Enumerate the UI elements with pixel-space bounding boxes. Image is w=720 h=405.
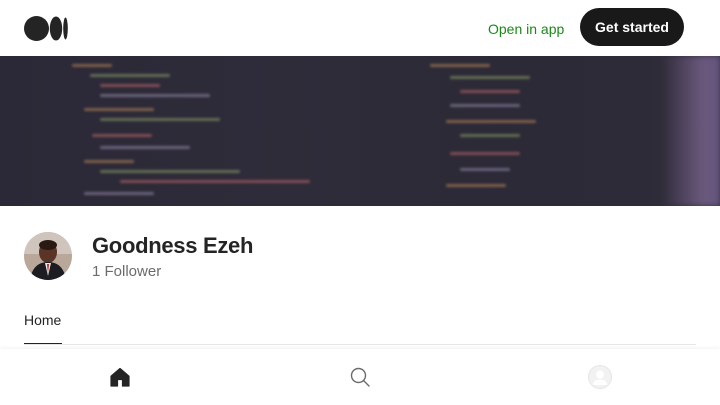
author-name: Goodness Ezeh (92, 233, 254, 258)
top-bar: Open in app Get started (0, 0, 720, 56)
profile-banner-image (0, 56, 720, 206)
banner-light-glow (662, 56, 720, 206)
home-icon[interactable] (108, 365, 132, 389)
active-tab-indicator (24, 343, 62, 344)
followers-count[interactable]: 1 Follower (92, 262, 161, 282)
avatar[interactable] (24, 232, 72, 280)
avatar-photo (24, 232, 72, 280)
profile-icon[interactable] (588, 365, 612, 389)
tab-home[interactable]: Home (24, 310, 61, 330)
search-icon[interactable] (348, 365, 372, 389)
open-in-app-link[interactable]: Open in app (488, 19, 564, 39)
medium-logo-icon[interactable] (24, 16, 68, 41)
tabs-divider (24, 344, 696, 345)
bottom-nav-bar (0, 349, 720, 405)
get-started-button[interactable]: Get started (580, 8, 684, 46)
